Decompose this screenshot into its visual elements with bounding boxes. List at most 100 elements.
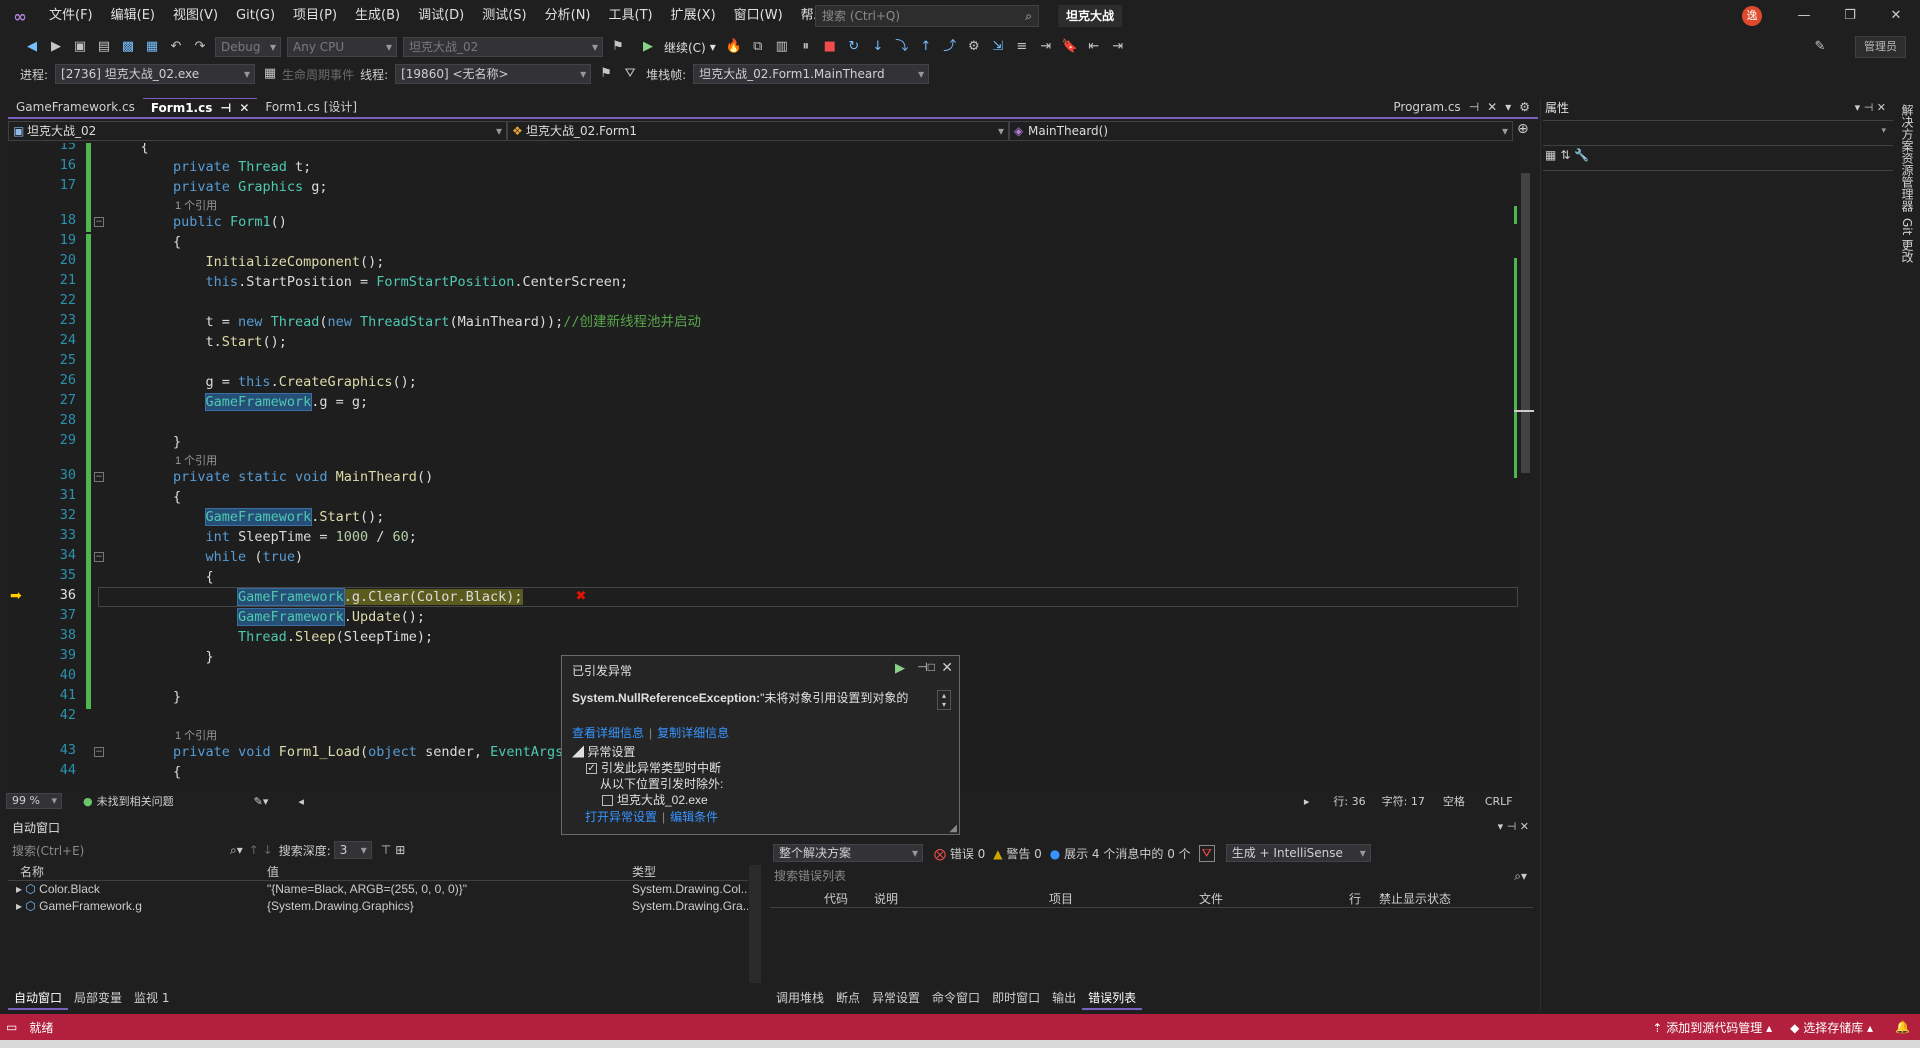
whitespace-indicator[interactable]: 空格 [1443,793,1465,809]
expand-icon[interactable]: ▸ [16,882,25,896]
step-over-icon[interactable]: ⤵ [892,37,912,57]
code-line[interactable]: GameFramework.Start(); [108,507,384,527]
issues-label[interactable]: 未找到相关问题 [97,793,174,809]
brush-icon[interactable]: ✎▾ [254,795,269,808]
variable-name-cell[interactable]: ▸ ⬡ Color.Black [8,881,263,898]
code-line[interactable]: t.Start(); [108,332,287,352]
step-back-icon[interactable]: ⤴ [940,37,960,57]
variable-name-cell[interactable]: ▸ ⬡ GameFramework.g [8,898,263,915]
property-pages-icon[interactable]: 🔧 [1574,148,1589,162]
bottom-tab[interactable]: 输出 [1046,987,1082,1010]
platform-select[interactable]: Any CPU [287,37,397,57]
bottom-tab[interactable]: 即时窗口 [986,987,1046,1010]
tab-locals[interactable]: 局部变量 [68,987,128,1010]
tab-program-cs[interactable]: Program.cs ⊣ ✕ ▾ ⚙ [1385,98,1538,117]
fold-toggle-icon[interactable]: − [94,552,104,562]
code-line[interactable]: GameFramework.Update(); [108,607,425,627]
code-line[interactable]: { [108,232,181,252]
back-icon[interactable]: ◀ [22,37,42,57]
menu-item[interactable]: 调试(D) [409,0,473,32]
close-icon[interactable]: ✕ [1873,0,1919,32]
tab-autos[interactable]: 自动窗口 [8,987,69,1010]
split-editor-icon[interactable]: ⊕ [1517,121,1529,137]
filter-icon[interactable]: ⛛ [620,64,640,84]
tab-gameframework[interactable]: GameFramework.cs [8,98,143,117]
code-line[interactable]: } [108,432,181,452]
fold-toggle-icon[interactable]: − [94,747,104,757]
step-into-icon[interactable]: ↓ [868,37,888,57]
bookmark-icon[interactable]: 🔖 [1060,37,1080,57]
code-line[interactable]: Thread.Sleep(SleepTime); [108,627,433,647]
column-header[interactable]: 项目 [1045,890,1195,908]
column-header[interactable]: 说明 [870,890,1045,908]
pin-icon[interactable]: ⊤ [381,843,391,857]
layout-icon[interactable]: ▥ [772,37,792,57]
stop-icon[interactable]: ■ [820,37,840,57]
process-select[interactable]: [2736] 坦克大战_02.exe [55,64,256,84]
menu-item[interactable]: 编辑(E) [102,0,164,32]
scope-select[interactable]: 整个解决方案 [773,844,923,862]
add-source-control-button[interactable]: ⇡ 添加到源代码管理 ▴ [1652,1019,1772,1036]
reference-count-hint[interactable]: 1 个引用 [175,452,217,468]
messages-filter[interactable]: ● 展示 4 个消息中的 0 个 [1050,845,1191,862]
properties-dropdown-icon[interactable]: ▾ [1881,126,1886,136]
menu-item[interactable]: 分析(N) [536,0,600,32]
break-checkbox-row[interactable]: ✓ 引发此异常类型时中断 [586,759,721,776]
restart-icon[interactable]: ↻ [844,37,864,57]
pause-icon[interactable]: ⏸ [796,37,816,57]
code-line[interactable]: while (true) [108,547,304,567]
open-icon[interactable]: ▤ [94,37,114,57]
menu-item[interactable]: 生成(B) [346,0,409,32]
table-row[interactable]: ▸ ⬡ Color.Black "{Name=Black, ARGB=(255, … [8,881,748,898]
filter-icon[interactable]: ⛛ [1198,844,1215,862]
code-line[interactable]: GameFramework.g.Clear(Color.Black); [108,587,523,607]
thread-flag-icon[interactable]: ⚑ [596,64,616,84]
warnings-filter[interactable]: ▲ 警告 0 [993,845,1042,862]
column-header[interactable]: 名称 [8,863,263,881]
code-line[interactable]: t = new Thread(new ThreadStart(MainThear… [108,312,701,332]
dialog-close-icon[interactable]: ✕ [941,659,953,676]
diagnostics-icon[interactable]: ⚙ [964,37,984,57]
errors-filter[interactable]: ⨂ 错误 0 [934,845,985,862]
alphabetical-icon[interactable]: ⇅ [1560,148,1570,162]
except-item-checkbox[interactable] [602,795,613,807]
autos-search-input[interactable]: 搜索(Ctrl+E) [8,842,230,859]
minimize-icon[interactable]: — [1781,0,1827,32]
scroll-right-icon[interactable]: ▸ [1304,795,1310,808]
fold-toggle-icon[interactable]: − [94,472,104,482]
code-line[interactable]: private void Form1_Load(object sender, E… [108,742,588,762]
code-line[interactable]: int SleepTime = 1000 / 60; [108,527,417,547]
tab-settings-gear-icon[interactable]: ⚙ [1519,98,1530,117]
member-nav-select[interactable]: ◈ MainTheard() [1009,121,1513,141]
hex-icon[interactable]: ⊞ [395,843,405,857]
hot-reload-icon[interactable]: 🔥 [724,37,744,57]
code-line[interactable]: { [108,487,181,507]
exception-settings-header[interactable]: ◢ 异常设置 [572,743,635,760]
indicator-margin[interactable] [8,143,34,790]
startup-project-select[interactable]: 坦克大战_02 [403,37,603,57]
bottom-tab[interactable]: 异常设置 [866,987,926,1010]
message-scroll-icon[interactable]: ▴ ▾ [937,690,951,710]
bottom-tab[interactable]: 断点 [830,987,866,1010]
bottom-tab[interactable]: 错误列表 [1082,987,1143,1010]
value-cell[interactable]: {System.Drawing.Graphics} [263,898,628,915]
fold-toggle-icon[interactable]: − [94,217,104,227]
code-line[interactable]: this.StartPosition = FormStartPosition.C… [108,272,629,292]
categorized-icon[interactable]: ▦ [1545,148,1556,162]
scroll-left-icon[interactable]: ◂ [298,795,304,808]
build-intellisense-select[interactable]: 生成 + IntelliSense [1225,844,1371,862]
error-search-input[interactable]: 搜索错误列表 ⌕▾ [770,867,1533,885]
copy-details-link[interactable]: 复制详细信息 [657,726,729,740]
code-line[interactable]: private Thread t; [108,157,311,177]
class-nav-select[interactable]: ❖ 坦克大战_02.Form1 [507,121,1009,141]
reference-count-hint[interactable]: 1 个引用 [175,197,217,213]
expand-icon[interactable]: ▸ [16,899,25,913]
bookmark-prev-icon[interactable]: ⇤ [1084,37,1104,57]
admin-button[interactable]: 管理员 [1855,36,1906,58]
continue-icon[interactable]: ▶ [895,660,905,676]
indent-icon[interactable]: ⇥ [1036,37,1056,57]
except-item-row[interactable]: 坦克大战_02.exe [602,791,708,808]
autos-scrollbar[interactable] [749,865,761,983]
redo-icon[interactable]: ↷ [190,37,210,57]
close-tab-icon[interactable]: ✕ [239,99,249,118]
